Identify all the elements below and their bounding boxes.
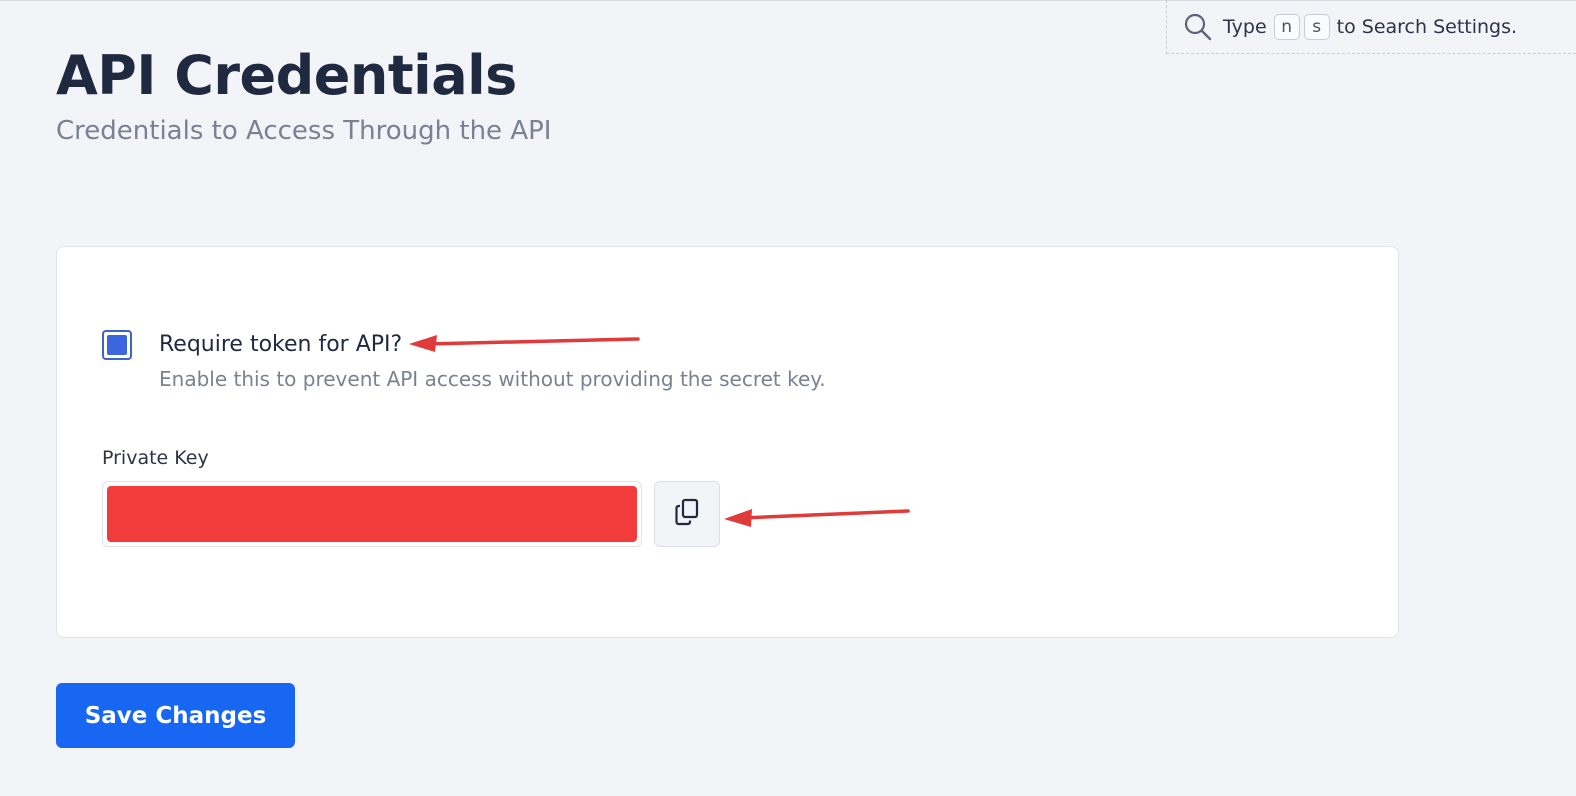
search-icon bbox=[1183, 12, 1213, 42]
copy-icon bbox=[672, 497, 702, 531]
require-token-checkbox[interactable] bbox=[102, 330, 132, 360]
page-title: API Credentials bbox=[56, 44, 517, 107]
save-changes-button[interactable]: Save Changes bbox=[56, 683, 295, 748]
require-token-label[interactable]: Require token for API? bbox=[159, 332, 402, 357]
require-token-description: Enable this to prevent API access withou… bbox=[159, 367, 826, 391]
settings-search-hint[interactable]: Type n s to Search Settings. bbox=[1166, 0, 1576, 54]
checkbox-checked-indicator bbox=[107, 335, 127, 355]
search-hint-prefix: Type bbox=[1223, 15, 1267, 38]
page-subtitle: Credentials to Access Through the API bbox=[56, 116, 552, 146]
private-key-label: Private Key bbox=[102, 447, 209, 469]
search-hint-suffix: to Search Settings. bbox=[1336, 15, 1518, 38]
shortcut-key-s: s bbox=[1303, 13, 1330, 40]
private-key-field[interactable] bbox=[102, 481, 642, 547]
api-settings-card: Require token for API? Enable this to pr… bbox=[56, 246, 1399, 638]
shortcut-key-n: n bbox=[1273, 13, 1300, 40]
copy-key-button[interactable] bbox=[654, 481, 720, 547]
private-key-redacted-value bbox=[107, 486, 637, 542]
